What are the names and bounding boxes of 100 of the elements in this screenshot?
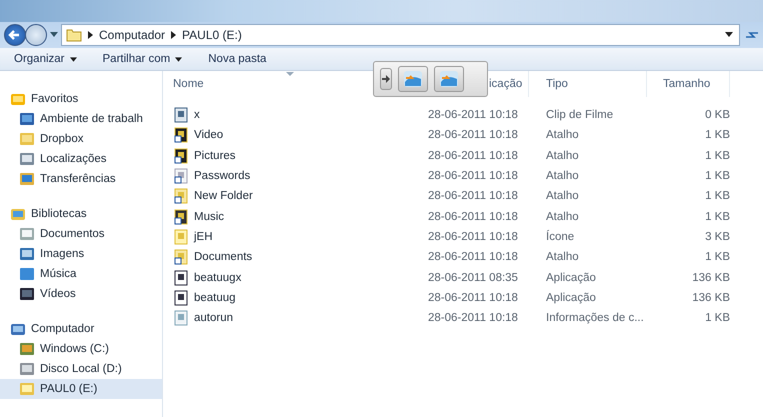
type-cell-text: Clip de Filme bbox=[545, 109, 614, 122]
file-icon bbox=[173, 270, 189, 286]
group-icon bbox=[10, 91, 26, 107]
file-name[interactable]: x bbox=[194, 109, 200, 122]
sidebar-item[interactable]: Música bbox=[0, 264, 162, 284]
type-cell-text: Atalho bbox=[545, 150, 580, 162]
location-icon bbox=[19, 151, 35, 167]
size-cell-text: 1 KB bbox=[704, 251, 730, 264]
location-icon bbox=[19, 266, 35, 282]
date-cell-text: 28-06-2011 10:18 bbox=[427, 109, 519, 122]
image-icon bbox=[403, 70, 423, 88]
breadcrumb[interactable]: PAUL0 (E:) bbox=[182, 28, 242, 42]
date-cell-text: 28-06-2011 08:35 bbox=[427, 272, 519, 284]
size-cell-text: 136 KB bbox=[691, 292, 730, 304]
group-icon bbox=[10, 321, 26, 337]
sidebar-item[interactable]: Imagens bbox=[0, 244, 162, 264]
location-icon bbox=[19, 381, 35, 397]
file-name[interactable]: Video bbox=[194, 129, 224, 142]
toolbar-button[interactable]: Nova pasta bbox=[204, 51, 270, 67]
size-cell-text: 1 KB bbox=[704, 129, 730, 142]
date-cell-text: 28-06-2011 10:18 bbox=[427, 129, 519, 142]
file-icon bbox=[173, 228, 189, 245]
column-header[interactable]: Tipo bbox=[529, 71, 647, 97]
file-icon bbox=[173, 107, 189, 124]
sidebar-item[interactable]: Ambiente de trabalh bbox=[0, 109, 162, 129]
size-cell-text: 1 KB bbox=[704, 150, 730, 162]
sidebar-item[interactable]: Documentos bbox=[0, 224, 162, 244]
sidebar-item[interactable]: Localizações bbox=[0, 149, 162, 169]
type-cell-text: Atalho bbox=[545, 170, 580, 182]
size-cell-text: 1 KB bbox=[704, 312, 730, 324]
size-cell-text: 3 KB bbox=[704, 230, 730, 243]
breadcrumb-arrow-icon[interactable] bbox=[171, 31, 176, 39]
breadcrumb[interactable]: Computador bbox=[99, 28, 166, 42]
file-icon bbox=[173, 208, 189, 225]
group-icon bbox=[10, 206, 26, 222]
date-cell-text: 28-06-2011 10:18 bbox=[427, 230, 519, 243]
type-cell-text: Ícone bbox=[545, 230, 576, 243]
size-cell-text: 0 KB bbox=[704, 109, 730, 122]
sidebar-group[interactable]: Bibliotecas bbox=[0, 204, 162, 224]
location-icon bbox=[19, 246, 35, 262]
sidebar-group[interactable]: Computador bbox=[0, 319, 162, 339]
column-header[interactable]: Tamanho bbox=[647, 71, 730, 97]
popup-button[interactable] bbox=[380, 68, 392, 90]
date-cell-text: 28-06-2011 10:18 bbox=[427, 170, 519, 182]
file-name[interactable]: Pictures bbox=[194, 150, 236, 162]
size-cell-text: 136 KB bbox=[691, 272, 730, 284]
date-cell-text: 28-06-2011 10:18 bbox=[427, 251, 519, 264]
location-icon bbox=[19, 111, 35, 127]
location-icon bbox=[19, 361, 35, 377]
file-name[interactable]: autorun bbox=[194, 312, 234, 324]
type-cell-text: Informações de c... bbox=[545, 312, 645, 324]
location-icon bbox=[19, 286, 35, 302]
file-icon bbox=[173, 290, 189, 306]
sidebar-item[interactable]: Vídeos bbox=[0, 284, 162, 304]
sidebar-item[interactable]: Disco Local (D:) bbox=[0, 359, 162, 379]
location-icon bbox=[19, 341, 35, 357]
type-cell-text: Atalho bbox=[545, 129, 580, 142]
sidebar-item[interactable]: PAUL0 (E:) bbox=[0, 379, 162, 399]
history-dropdown-icon[interactable] bbox=[50, 32, 58, 38]
type-cell-text: Aplicação bbox=[545, 272, 597, 284]
size-cell-text: 1 KB bbox=[704, 210, 730, 223]
back-button[interactable] bbox=[4, 24, 26, 46]
sidebar-item[interactable]: Transferências bbox=[0, 169, 162, 189]
file-name[interactable]: Passwords bbox=[194, 170, 250, 182]
sidebar-item[interactable]: Dropbox bbox=[0, 129, 162, 149]
file-icon bbox=[173, 249, 189, 266]
dropdown-icon[interactable] bbox=[725, 32, 733, 38]
refresh-icon[interactable] bbox=[745, 29, 759, 41]
forward-button[interactable] bbox=[25, 24, 47, 46]
file-icon bbox=[173, 127, 189, 144]
dropdown-caret-icon bbox=[70, 56, 76, 62]
sidebar-item[interactable]: Windows (C:) bbox=[0, 339, 162, 359]
type-cell-text: Atalho bbox=[545, 251, 580, 264]
address-bar[interactable]: Computador PAUL0 (E:) bbox=[61, 24, 740, 46]
type-cell-text: Atalho bbox=[545, 190, 580, 202]
dropdown-caret-icon bbox=[175, 56, 182, 62]
toolbar-button[interactable]: Partilhar com bbox=[98, 51, 186, 67]
file-name[interactable]: beatuug bbox=[194, 292, 236, 304]
location-icon bbox=[19, 131, 35, 147]
date-cell-text: 28-06-2011 10:18 bbox=[427, 210, 519, 223]
location-icon bbox=[19, 226, 35, 242]
size-cell-text: 1 KB bbox=[704, 190, 730, 202]
date-cell-text: 28-06-2011 10:18 bbox=[427, 312, 519, 324]
file-name[interactable]: jEH bbox=[194, 230, 213, 243]
date-cell-text: 28-06-2011 10:18 bbox=[427, 292, 519, 304]
file-name[interactable]: beatuugx bbox=[194, 272, 242, 284]
image-icon bbox=[439, 70, 459, 88]
date-cell-text: 28-06-2011 10:18 bbox=[427, 150, 519, 162]
file-icon bbox=[173, 188, 189, 204]
folder-icon bbox=[66, 28, 82, 42]
file-name[interactable]: Documents bbox=[194, 251, 252, 264]
file-name[interactable]: New Folder bbox=[194, 190, 253, 202]
file-icon bbox=[173, 148, 189, 164]
file-name[interactable]: Music bbox=[194, 210, 224, 223]
type-cell-text: Aplicação bbox=[545, 292, 597, 304]
toolbar-button[interactable]: Organizar bbox=[10, 51, 80, 67]
type-cell-text: Atalho bbox=[545, 210, 580, 223]
breadcrumb-arrow-icon[interactable] bbox=[88, 31, 93, 39]
file-icon bbox=[173, 168, 189, 184]
sidebar-group[interactable]: Favoritos bbox=[0, 89, 162, 109]
